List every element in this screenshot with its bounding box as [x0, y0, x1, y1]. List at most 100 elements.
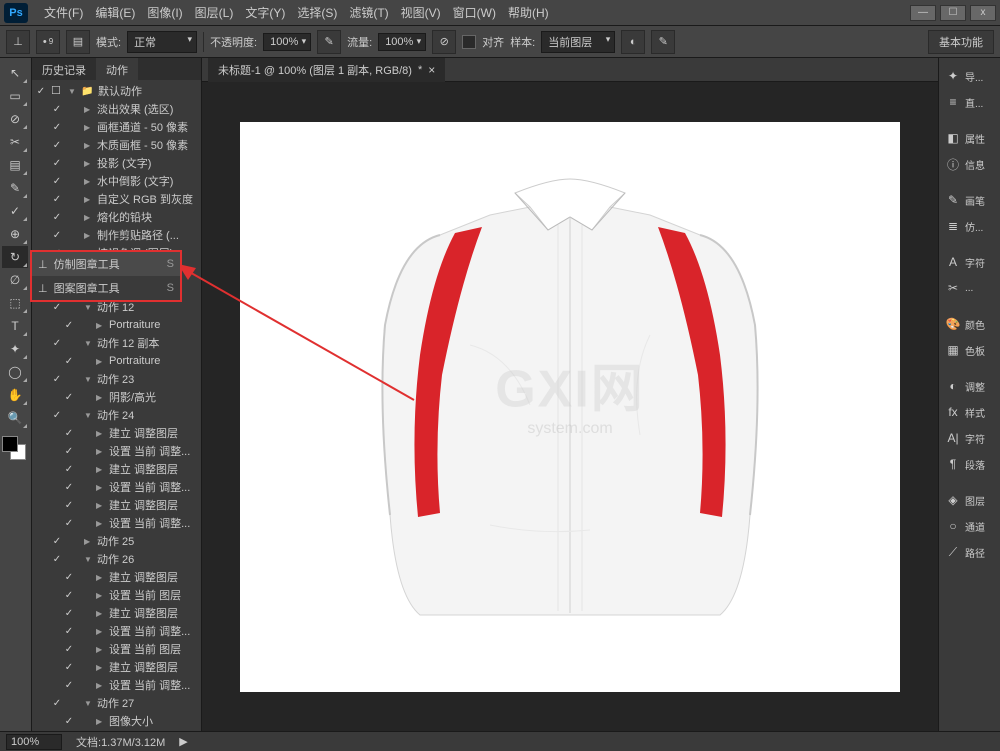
action-item[interactable]: ✓▶阴影/高光 — [32, 388, 201, 406]
panel-shortcut[interactable]: A字符 — [941, 250, 998, 274]
tool-button[interactable]: ▤ — [2, 154, 28, 176]
action-item[interactable]: ✓▶设置 当前 调整... — [32, 478, 201, 496]
panel-shortcut[interactable]: ≡直... — [941, 90, 998, 114]
panel-shortcut[interactable]: ○通道 — [941, 514, 998, 538]
pattern-stamp-tool-item[interactable]: ⊥ 图案图章工具 S — [32, 276, 180, 300]
menu-item[interactable]: 文件(F) — [38, 0, 89, 25]
tool-button[interactable]: T — [2, 315, 28, 337]
panel-shortcut[interactable]: ✂... — [941, 276, 998, 300]
action-item[interactable]: ✓▶熔化的铅块 — [32, 208, 201, 226]
action-item[interactable]: ✓▶制作剪贴路径 (... — [32, 226, 201, 244]
action-item[interactable]: ✓▼动作 24 — [32, 406, 201, 424]
tool-button[interactable]: ✦ — [2, 338, 28, 360]
airbrush-icon[interactable]: ⊘ — [432, 30, 456, 54]
action-item[interactable]: ✓▶木质画框 - 50 像素 — [32, 136, 201, 154]
action-item[interactable]: ✓▶自定义 RGB 到灰度 — [32, 190, 201, 208]
action-item[interactable]: ✓▼动作 26 — [32, 550, 201, 568]
canvas-viewport[interactable]: GXI网 system.com — [202, 82, 938, 731]
action-item[interactable]: ✓▼动作 12 副本 — [32, 334, 201, 352]
minimize-button[interactable]: — — [910, 5, 936, 21]
actions-list[interactable]: ✓☐ ▼ 📁 默认动作 ✓▶淡出效果 (选区)✓▶画框通道 - 50 像素✓▶木… — [32, 80, 201, 731]
tool-button[interactable]: ⊘ — [2, 108, 28, 130]
tool-button[interactable]: ↻ — [2, 246, 28, 268]
tool-button[interactable]: ⬚ — [2, 292, 28, 314]
menu-item[interactable]: 文字(Y) — [239, 0, 291, 25]
color-swatches[interactable] — [2, 436, 26, 460]
panel-shortcut[interactable]: ≣仿... — [941, 214, 998, 238]
action-item[interactable]: ✓▶建立 调整图层 — [32, 424, 201, 442]
action-item[interactable]: ✓▶建立 调整图层 — [32, 568, 201, 586]
tool-button[interactable]: ✓ — [2, 200, 28, 222]
action-item[interactable]: ✓▶建立 调整图层 — [32, 496, 201, 514]
action-item[interactable]: ✓▶画框通道 - 50 像素 — [32, 118, 201, 136]
aligned-checkbox[interactable] — [462, 35, 476, 49]
action-item[interactable]: ✓▶投影 (文字) — [32, 154, 201, 172]
pressure-opacity-icon[interactable]: ✎ — [317, 30, 341, 54]
clone-stamp-tool-item[interactable]: ⊥ 仿制图章工具 S — [32, 252, 180, 276]
zoom-input[interactable] — [6, 734, 62, 750]
action-item[interactable]: ✓▶建立 调整图层 — [32, 460, 201, 478]
panel-shortcut[interactable]: fx样式 — [941, 400, 998, 424]
tool-button[interactable]: ✂ — [2, 131, 28, 153]
close-button[interactable]: x — [970, 5, 996, 21]
action-root[interactable]: ✓☐ ▼ 📁 默认动作 — [32, 82, 201, 100]
panel-shortcut[interactable]: ✎画笔 — [941, 188, 998, 212]
menu-item[interactable]: 滤镜(T) — [343, 0, 394, 25]
menu-item[interactable]: 帮助(H) — [502, 0, 555, 25]
pressure-size-icon[interactable]: ✎ — [651, 30, 675, 54]
panel-shortcut[interactable]: A|字符 — [941, 426, 998, 450]
action-item[interactable]: ✓▶设置 当前 调整... — [32, 514, 201, 532]
panel-shortcut[interactable]: ◧属性 — [941, 126, 998, 150]
history-tab[interactable]: 历史记录 — [32, 58, 96, 80]
menu-item[interactable]: 图层(L) — [189, 0, 240, 25]
tool-button[interactable]: ◯ — [2, 361, 28, 383]
panel-shortcut[interactable]: ▦色板 — [941, 338, 998, 362]
tool-button[interactable]: ▭ — [2, 85, 28, 107]
action-item[interactable]: ✓▶设置 当前 调整... — [32, 622, 201, 640]
status-arrow-icon[interactable]: ▶ — [179, 735, 187, 748]
flow-dropdown[interactable]: 100% — [378, 33, 426, 51]
action-item[interactable]: ✓▶设置 当前 调整... — [32, 676, 201, 694]
action-item[interactable]: ✓▶图像大小 — [32, 712, 201, 730]
action-item[interactable]: ✓▶建立 调整图层 — [32, 658, 201, 676]
panel-shortcut[interactable]: ✦导... — [941, 64, 998, 88]
action-item[interactable]: ✓▶Portraiture — [32, 352, 201, 370]
panel-shortcut[interactable]: 🎨颜色 — [941, 312, 998, 336]
blend-mode-dropdown[interactable]: 正常 — [127, 31, 197, 53]
tool-button[interactable]: ✎ — [2, 177, 28, 199]
document-tab[interactable]: 未标题-1 @ 100% (图层 1 副本, RGB/8) * × — [208, 58, 445, 82]
maximize-button[interactable]: ☐ — [940, 5, 966, 21]
opacity-dropdown[interactable]: 100% — [263, 33, 311, 51]
actions-tab[interactable]: 动作 — [96, 58, 138, 80]
action-item[interactable]: ✓▼动作 27 — [32, 694, 201, 712]
action-item[interactable]: ✓▶淡出效果 (选区) — [32, 100, 201, 118]
panel-shortcut[interactable]: ⓘ信息 — [941, 152, 998, 176]
tool-button[interactable]: ∅ — [2, 269, 28, 291]
action-item[interactable]: ✓▶动作 25 — [32, 532, 201, 550]
action-item[interactable]: ✓▶设置 当前 图层 — [32, 640, 201, 658]
brush-preset-dropdown[interactable]: •9 — [36, 30, 60, 54]
panel-shortcut[interactable]: ⟋路径 — [941, 540, 998, 564]
action-item[interactable]: ✓▶水中倒影 (文字) — [32, 172, 201, 190]
menu-item[interactable]: 编辑(E) — [89, 0, 141, 25]
action-item[interactable]: ✓▶设置 当前 图层 — [32, 586, 201, 604]
panel-shortcut[interactable]: ◈图层 — [941, 488, 998, 512]
canvas[interactable]: GXI网 system.com — [240, 122, 900, 692]
tool-button[interactable]: ↖ — [2, 62, 28, 84]
workspace-switcher[interactable]: 基本功能 — [928, 30, 994, 54]
stamp-tool-icon[interactable]: ⊥ — [6, 30, 30, 54]
action-item[interactable]: ✓▶Portraiture — [32, 316, 201, 334]
tool-button[interactable]: ✋ — [2, 384, 28, 406]
brush-panel-icon[interactable]: ▤ — [66, 30, 90, 54]
tool-button[interactable]: ⊕ — [2, 223, 28, 245]
action-item[interactable]: ✓▶设置 当前 调整... — [32, 442, 201, 460]
menu-item[interactable]: 视图(V) — [395, 0, 447, 25]
action-item[interactable]: ✓▼动作 23 — [32, 370, 201, 388]
menu-item[interactable]: 图像(I) — [141, 0, 188, 25]
panel-shortcut[interactable]: ◐调整 — [941, 374, 998, 398]
close-tab-icon[interactable]: × — [428, 63, 435, 77]
action-item[interactable]: ✓▶建立 调整图层 — [32, 604, 201, 622]
tool-button[interactable]: 🔍 — [2, 407, 28, 429]
ignore-adj-icon[interactable]: ◐ — [621, 30, 645, 54]
panel-shortcut[interactable]: ¶段落 — [941, 452, 998, 476]
